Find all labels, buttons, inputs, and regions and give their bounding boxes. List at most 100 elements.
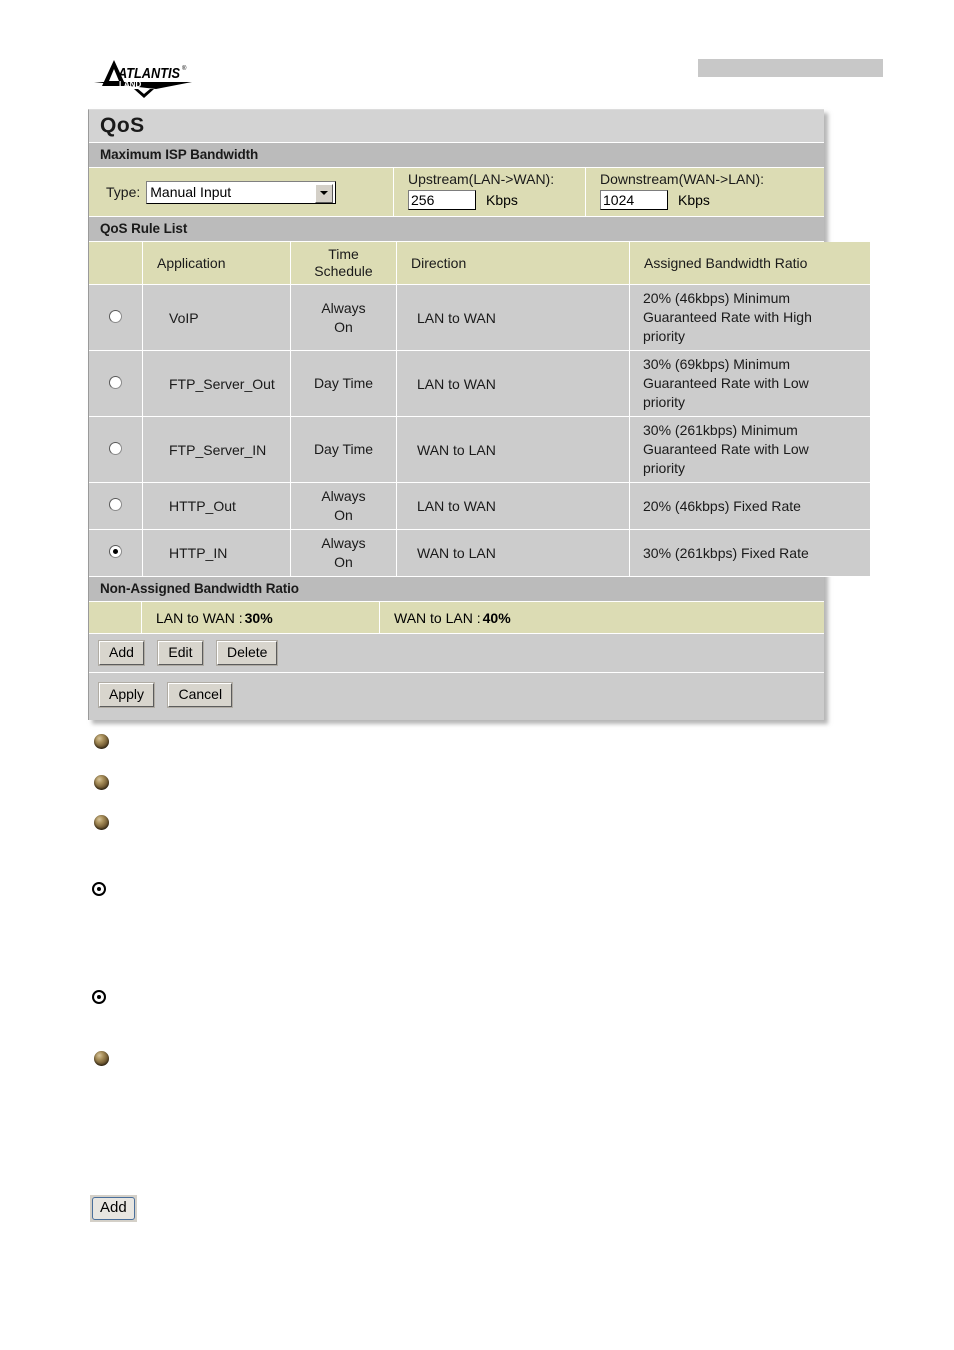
type-label: Type: (106, 184, 141, 200)
cell-assigned-bandwidth-ratio: 20% (46kbps) Minimum Guaranteed Rate with… (629, 284, 870, 351)
bullet-sphere-icon (94, 1051, 109, 1066)
upstream-unit: Kbps (486, 192, 518, 208)
cell-time-schedule: Day Time (290, 350, 397, 417)
time-schedule-line1: Always (321, 488, 366, 504)
cell-assigned-bandwidth-ratio: 20% (46kbps) Fixed Rate (629, 482, 870, 530)
time-schedule-line1: Time (328, 246, 359, 262)
table-row[interactable]: HTTP_Out Always On LAN to WAN 20% (46kbps) F… (89, 482, 870, 530)
non-assigned-spacer (89, 602, 142, 633)
non-assigned-wan-to-lan-label: WAN to LAN : (394, 609, 481, 626)
rule-radio-button[interactable] (109, 441, 122, 455)
cancel-button[interactable]: Cancel (167, 682, 234, 708)
column-header-select (89, 242, 143, 285)
page-title: QoS (89, 110, 824, 143)
non-assigned-lan-to-wan-value: 30% (244, 609, 273, 626)
ratio-line3: priority (643, 328, 686, 344)
upstream-cell: Upstream(LAN->WAN): Kbps (394, 168, 586, 216)
cell-direction: LAN to WAN (396, 284, 630, 351)
type-select[interactable]: Manual Input (146, 180, 337, 204)
row-select-cell[interactable] (89, 529, 143, 577)
downstream-unit: Kbps (678, 192, 710, 208)
svg-text:®: ® (182, 65, 187, 72)
bullet-ring-icon (92, 882, 106, 896)
row-select-cell[interactable] (89, 416, 143, 483)
time-schedule-line2: On (334, 554, 353, 570)
cell-time-schedule: Always On (290, 284, 397, 351)
section-header-maximum-isp-bandwidth: Maximum ISP Bandwidth (89, 143, 824, 168)
non-assigned-wan-to-lan: WAN to LAN : 40% (380, 602, 824, 633)
form-action-button-bar: Apply Cancel (89, 673, 824, 720)
ratio-line3: priority (643, 394, 686, 410)
ratio-line1: 30% (69kbps) Minimum (643, 356, 791, 372)
column-header-direction: Direction (396, 242, 630, 285)
time-schedule-line2: On (334, 507, 353, 523)
section-header-non-assigned-bandwidth-ratio: Non-Assigned Bandwidth Ratio (89, 577, 824, 602)
qos-panel: QoS Maximum ISP Bandwidth Type: Manual I… (88, 109, 870, 720)
cell-time-schedule: Day Time (290, 416, 397, 483)
time-schedule-line2: Schedule (314, 263, 373, 279)
rule-radio-button[interactable] (109, 545, 122, 558)
rule-radio-button[interactable] (109, 309, 122, 323)
edit-button[interactable]: Edit (157, 640, 204, 666)
rule-radio-button[interactable] (109, 375, 122, 389)
cell-assigned-bandwidth-ratio: 30% (261kbps) Minimum Guaranteed Rate wit… (629, 416, 870, 483)
ratio-line1: 20% (46kbps) Fixed Rate (643, 497, 801, 514)
bullet-sphere-icon (94, 734, 109, 749)
table-row[interactable]: HTTP_IN Always On WAN to LAN 30% (261kbps) F… (89, 529, 870, 577)
cell-application: VoIP (142, 284, 291, 351)
ratio-line2: Guaranteed Rate with High (643, 309, 812, 325)
table-row[interactable]: VoIP Always On LAN to WAN 20% (46kbps) Minim… (89, 284, 870, 351)
bullet-ring-icon (92, 990, 106, 1004)
add-button[interactable]: Add (98, 640, 145, 666)
column-header-time-schedule: Time Schedule (290, 242, 397, 285)
section-header-qos-rule-list: QoS Rule List (89, 217, 824, 242)
bandwidth-settings-row: Type: Manual Input Upstream(LAN->WAN): K… (89, 168, 824, 217)
cell-direction: WAN to LAN (396, 529, 630, 577)
upstream-label: Upstream(LAN->WAN): (408, 171, 555, 187)
bullet-sphere-icon (94, 815, 109, 830)
table-row[interactable]: FTP_Server_Out Day Time LAN to WAN 30% (69k… (89, 350, 870, 417)
row-select-cell[interactable] (89, 482, 143, 530)
time-schedule-line1: Always (321, 299, 366, 316)
rule-radio-button[interactable] (109, 498, 122, 511)
header-gray-placeholder-bar (698, 59, 883, 77)
table-header-row: Application Time Schedule Direction Assi… (89, 242, 870, 285)
column-header-application: Application (142, 242, 291, 285)
non-assigned-wan-to-lan-value: 40% (482, 609, 511, 626)
bullet-sphere-icon (94, 775, 109, 790)
ratio-line1: 30% (261kbps) Fixed Rate (643, 544, 809, 561)
atlantis-land-logo: ATLANTIS ® LAND (92, 56, 204, 98)
cell-direction: LAN to WAN (396, 482, 630, 530)
inline-add-button[interactable]: Add (92, 1197, 135, 1220)
time-schedule-line1: Always (321, 535, 366, 551)
delete-button[interactable]: Delete (215, 640, 279, 666)
cell-time-schedule: Always On (290, 482, 397, 530)
column-header-assigned-bandwidth-ratio: Assigned Bandwidth Ratio (629, 242, 870, 285)
non-assigned-ratio-row: LAN to WAN : 30% WAN to LAN : 40% (89, 602, 824, 634)
row-action-button-bar: Add Edit Delete (89, 634, 824, 673)
type-select-wrap: Manual Input (146, 180, 337, 204)
table-row[interactable]: FTP_Server_IN Day Time WAN to LAN 30% (261k… (89, 416, 870, 483)
cell-application: FTP_Server_Out (142, 350, 291, 417)
cell-assigned-bandwidth-ratio: 30% (69kbps) Minimum Guaranteed Rate with… (629, 350, 870, 417)
non-assigned-lan-to-wan-label: LAN to WAN : (156, 609, 243, 626)
cell-direction: LAN to WAN (396, 350, 630, 417)
ratio-line3: priority (643, 460, 686, 476)
apply-button[interactable]: Apply (97, 682, 156, 708)
downstream-input[interactable] (600, 190, 668, 210)
qos-rule-table: Application Time Schedule Direction Assi… (89, 242, 870, 577)
downstream-label: Downstream(WAN->LAN): (600, 171, 765, 187)
time-schedule-line1: Day Time (313, 441, 374, 457)
page-header: ATLANTIS ® LAND (0, 0, 954, 100)
svg-text:LAND: LAND (119, 80, 141, 89)
time-schedule-line2: On (334, 318, 353, 335)
downstream-cell: Downstream(WAN->LAN): Kbps (586, 168, 822, 216)
row-select-cell[interactable] (89, 284, 143, 351)
ratio-line1: 20% (46kbps) Minimum (643, 290, 791, 306)
ratio-line2: Guaranteed Rate with Low (643, 441, 809, 457)
ratio-line1: 30% (261kbps) Minimum (643, 422, 798, 438)
upstream-input[interactable] (408, 190, 476, 210)
row-select-cell[interactable] (89, 350, 143, 417)
inline-add-button-reference: Add (90, 1195, 137, 1222)
cell-time-schedule: Always On (290, 529, 397, 577)
